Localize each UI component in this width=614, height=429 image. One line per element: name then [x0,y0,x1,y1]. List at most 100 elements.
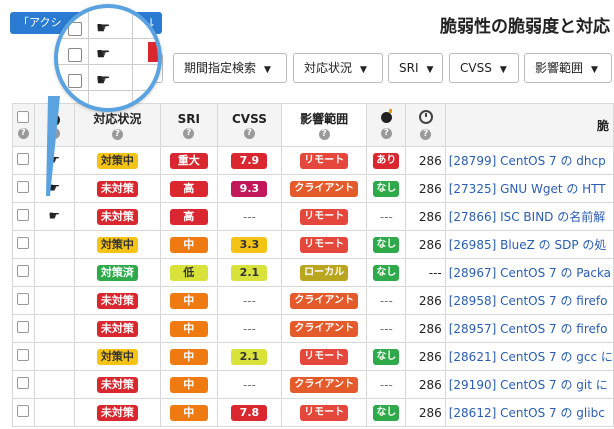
status-badge: 未対策 [96,404,138,421]
vulnerability-title-link[interactable]: [28621] CentOS 7 の gcc に [449,350,613,364]
help-icon[interactable]: ? [17,128,29,139]
row-title-cell[interactable]: [28967] CentOS 7 の Packa [444,258,614,287]
row-title-cell[interactable]: [27325] GNU Wget の HTT [444,174,614,203]
days-value: 286 [418,349,442,364]
title-header[interactable]: 脆 [444,103,614,147]
table-row[interactable]: 未対策 中 7.8 リモート なし 286 [28612] CentOS 7 の glibc [12,398,614,427]
row-impact-cell: リモート [281,202,368,231]
row-checkbox[interactable] [17,209,30,221]
row-checkbox[interactable] [17,153,30,165]
row-title-cell[interactable]: [28612] CentOS 7 の glibc [444,398,614,427]
row-select-cell[interactable] [12,174,35,203]
table-row[interactable]: 対策済 低 2.1 ローカル なし --- [28967] CentOS 7 の Packa [12,258,614,287]
row-impact-cell: リモート [281,230,368,259]
row-exploit-cell: なし [366,230,407,259]
filter-status-button[interactable]: 対応状況 ▼ [293,53,383,83]
vulnerability-title-link[interactable]: [27325] GNU Wget の HTT [449,182,606,196]
row-title-cell[interactable]: [27866] ISC BIND の名前解 [444,202,614,231]
row-checkbox[interactable] [17,181,30,193]
days-header[interactable]: ? [405,103,446,147]
status-badge: 未対策 [96,320,138,337]
vulnerability-title-link[interactable]: [28967] CentOS 7 の Packa [449,266,611,280]
vulnerability-title-link[interactable]: [28799] CentOS 7 の dhcp [449,154,606,168]
row-cvss-cell: 2.1 [216,258,283,287]
row-checkbox[interactable] [17,237,30,249]
vulnerability-title-link[interactable]: [28612] CentOS 7 の glibc [449,406,605,420]
exploit-header[interactable]: ? [366,103,407,147]
row-checkbox[interactable] [17,265,30,277]
table-row[interactable]: 未対策 中 --- クライアント --- 286 [29190] CentOS 7 の gi… [12,370,614,399]
row-exploit-cell: --- [366,370,407,399]
exploit-badge: なし [373,237,400,253]
row-title-cell[interactable]: [28799] CentOS 7 の dhcp [444,146,614,175]
vulnerability-title-link[interactable]: [28958] CentOS 7 の firefo [449,294,608,308]
row-checkbox[interactable] [17,293,30,305]
help-icon[interactable]: ? [243,127,255,139]
row-select-cell[interactable] [12,314,35,343]
row-checkbox[interactable] [17,377,30,389]
row-checkbox[interactable] [17,321,30,333]
row-select-cell[interactable] [12,230,35,259]
filter-impact-label: 影響範囲 [535,61,584,75]
table-row[interactable]: 未対策 中 --- クライアント --- 286 [28957] CentOS 7 の fi… [12,314,614,343]
vulnerability-title-link[interactable]: [28957] CentOS 7 の firefo [449,322,608,336]
exploit-badge: なし [373,349,400,365]
vulnerability-title-link[interactable]: [26985] BlueZ の SDP の処 [449,238,607,252]
help-icon[interactable]: ? [420,129,432,140]
table-row[interactable]: ☛ 未対策高 9.3 クライアント なし 286 [27325] GNU Wget の HT… [12,174,614,203]
row-checkbox[interactable] [17,405,30,417]
filter-cvss-button[interactable]: CVSS ▼ [449,53,519,83]
vulnerability-title-link[interactable]: [27866] ISC BIND の名前解 [449,210,606,224]
row-title-cell[interactable]: [28621] CentOS 7 の gcc に [444,342,614,371]
exploit-badge: なし [373,181,400,197]
table-row[interactable]: 対策中 中 3.3 リモート なし 286 [26985] BlueZ の SDP の処 [12,230,614,259]
row-impact-cell: リモート [281,398,368,427]
impact-badge: クライアント [290,181,358,197]
cvss-header[interactable]: CVSS? [216,103,283,147]
vulnerability-title-link[interactable]: [29190] CentOS 7 の git に [449,378,608,392]
row-checkbox[interactable] [17,349,30,361]
filter-sri-button[interactable]: SRI ▼ [388,53,443,83]
filter-impact-button[interactable]: 影響範囲 ▼ [524,53,612,83]
row-title-cell[interactable]: [29190] CentOS 7 の git に [444,370,614,399]
row-impact-cell: クライアント [281,314,368,343]
sri-badge: 中 [169,320,208,337]
table-row[interactable]: 未対策 中 --- クライアント --- 286 [28958] CentOS 7 の fi… [12,286,614,315]
exploit-empty: --- [379,293,393,308]
row-title-cell[interactable]: [26985] BlueZ の SDP の処 [444,230,614,259]
help-icon[interactable]: ? [318,129,330,140]
exploit-badge: なし [373,405,400,421]
table-row[interactable]: 対策中 中 2.1 リモート なし 286 [28621] CentOS 7 の gcc に [12,342,614,371]
select-all-header[interactable]: ? [12,103,35,147]
row-select-cell[interactable] [12,146,35,175]
help-icon[interactable]: ? [111,129,123,140]
table-row[interactable]: ☛ 未対策 高 --- リモート --- 286 [27866] ISC BIND の名前解 [12,202,614,231]
help-icon[interactable]: ? [183,127,195,139]
impact-header[interactable]: 影響範囲? [281,103,368,147]
row-cvss-cell: 2.1 [216,342,283,371]
impact-badge: リモート [300,153,349,169]
days-value: 286 [418,405,442,420]
row-alert-cell [33,286,75,315]
sri-header[interactable]: SRI? [159,103,218,147]
days-value: --- [428,265,442,280]
sri-badge: 中 [169,404,208,421]
filter-period-button[interactable]: 期間指定検索 ▼ [173,53,287,83]
row-select-cell[interactable] [12,286,35,315]
row-select-cell[interactable] [12,258,35,287]
row-select-cell[interactable] [12,342,35,371]
impact-badge: リモート [300,237,349,253]
row-select-cell[interactable] [12,370,35,399]
table-row[interactable]: ☛ 対策中 重大 7.9 リモート あり 286 [28799] CentOS 7 の dhc… [12,146,614,175]
row-title-cell[interactable]: [28957] CentOS 7 の firefo [444,314,614,343]
row-sri-cell: 中 [159,314,218,343]
row-select-cell[interactable] [12,398,35,427]
row-select-cell[interactable] [12,202,35,231]
status-badge: 未対策 [96,180,138,197]
status-badge: 対策中 [96,152,138,169]
row-title-cell[interactable]: [28958] CentOS 7 の firefo [444,286,614,315]
caret-down-icon: ▼ [360,65,367,75]
help-icon[interactable]: ? [380,127,392,139]
row-exploit-cell: --- [366,314,407,343]
select-all-checkbox[interactable] [17,111,30,123]
